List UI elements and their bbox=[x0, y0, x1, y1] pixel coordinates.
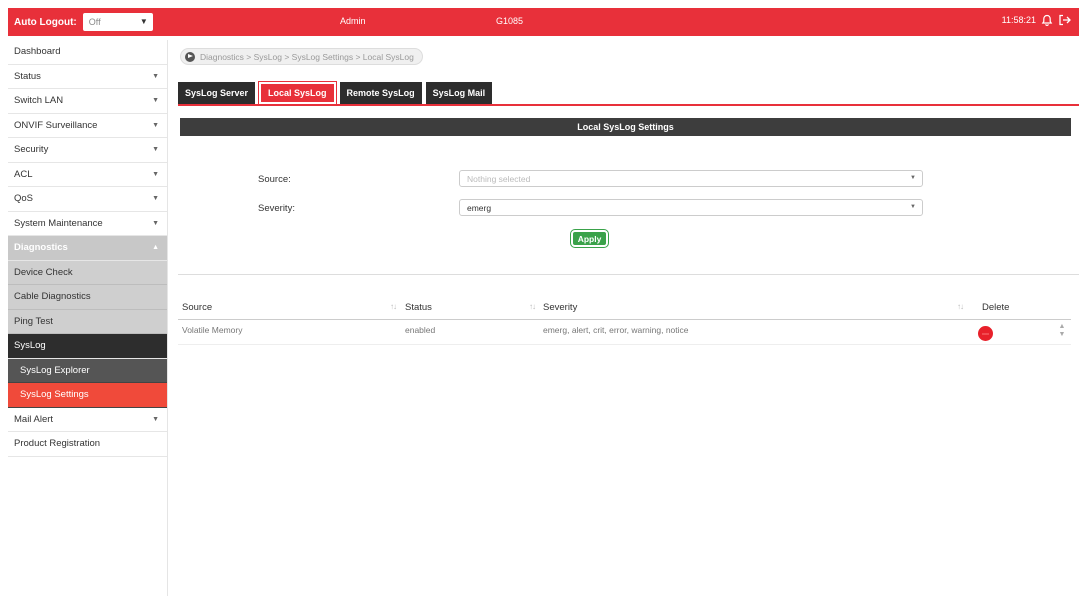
tab-syslog-server[interactable]: SysLog Server bbox=[178, 82, 256, 104]
tab-remote-syslog[interactable]: Remote SysLog bbox=[339, 82, 422, 104]
sidebar-item-label: SysLog bbox=[14, 340, 46, 352]
chevron-down-icon: ▼ bbox=[139, 17, 148, 26]
source-placeholder: Nothing selected bbox=[467, 173, 531, 184]
apply-button[interactable]: Apply bbox=[570, 229, 609, 248]
cell-severity: emerg, alert, crit, error, warning, noti… bbox=[543, 325, 689, 335]
sidebar-item-label: Diagnostics bbox=[14, 242, 68, 254]
sidebar-item-label: Status bbox=[14, 70, 41, 82]
sidebar-item-device-check[interactable]: Device Check bbox=[8, 260, 167, 285]
sidebar-item-syslog-explorer[interactable]: SysLog Explorer bbox=[8, 358, 167, 383]
device-model: G1085 bbox=[496, 16, 524, 26]
cell-status: enabled bbox=[405, 325, 436, 335]
source-select[interactable]: Nothing selected ▼ bbox=[459, 170, 923, 187]
sidebar-item-label: Device Check bbox=[14, 266, 73, 278]
sidebar-item-syslog[interactable]: SysLog bbox=[8, 334, 167, 359]
column-header-label: Delete bbox=[982, 301, 1010, 313]
column-header-status[interactable]: Status ↑↓ bbox=[405, 295, 536, 319]
bell-icon[interactable] bbox=[1041, 14, 1053, 26]
severity-select[interactable]: emerg ▼ bbox=[459, 199, 923, 216]
chevron-down-icon: ▼ bbox=[152, 415, 159, 423]
sidebar-item-label: Ping Test bbox=[14, 315, 53, 327]
sidebar-item-ping-test[interactable]: Ping Test bbox=[8, 309, 167, 334]
divider bbox=[178, 274, 1079, 275]
sidebar-item-security[interactable]: Security ▼ bbox=[8, 138, 167, 163]
source-row: Source: Nothing selected ▼ bbox=[172, 170, 1079, 188]
breadcrumb: Diagnostics > SysLog > SysLog Settings >… bbox=[180, 48, 423, 65]
chevron-down-icon: ▼ bbox=[910, 175, 916, 181]
tab-syslog-mail[interactable]: SysLog Mail bbox=[425, 82, 493, 104]
sidebar-item-label: Switch LAN bbox=[14, 95, 64, 107]
sort-icon: ↑↓ bbox=[529, 302, 536, 311]
delete-button[interactable] bbox=[978, 326, 993, 341]
chevron-down-icon: ▼ bbox=[152, 146, 159, 153]
sidebar-item-label: Dashboard bbox=[14, 46, 61, 58]
sidebar-item-label: Cable Diagnostics bbox=[14, 291, 91, 303]
severity-value: emerg bbox=[467, 202, 492, 213]
column-header-label: Status bbox=[405, 301, 432, 313]
chevron-down-icon: ▼ bbox=[152, 97, 159, 104]
sidebar-item-status[interactable]: Status ▼ bbox=[8, 65, 167, 89]
sidebar-item-switch-lan[interactable]: Switch LAN ▼ bbox=[8, 89, 167, 114]
sidebar-item-label: ACL bbox=[14, 168, 33, 180]
tab-local-syslog[interactable]: Local SysLog bbox=[258, 81, 337, 105]
sort-icon: ↑↓ bbox=[390, 302, 397, 311]
sidebar-item-label: SysLog Explorer bbox=[20, 364, 90, 376]
sidebar-item-label: System Maintenance bbox=[14, 217, 103, 229]
sidebar-item-qos[interactable]: QoS ▼ bbox=[8, 187, 167, 212]
breadcrumb-text: Diagnostics > SysLog > SysLog Settings >… bbox=[200, 51, 414, 62]
sidebar-item-system-maintenance[interactable]: System Maintenance ▼ bbox=[8, 212, 167, 236]
main-content: Diagnostics > SysLog > SysLog Settings >… bbox=[172, 40, 1079, 596]
severity-label: Severity: bbox=[258, 203, 295, 214]
sidebar-item-label: SysLog Settings bbox=[20, 389, 89, 401]
sidebar-item-diagnostics[interactable]: Diagnostics ▲ bbox=[8, 236, 167, 261]
topbar-right: 11:58:21 bbox=[1002, 14, 1071, 26]
chevron-down-icon: ▼ bbox=[152, 195, 159, 202]
sidebar-item-label: Product Registration bbox=[14, 438, 101, 450]
auto-logout-value: Off bbox=[88, 17, 101, 27]
tab-bar: SysLog Server Local SysLog Remote SysLog… bbox=[178, 81, 1079, 106]
sidebar-item-product-registration[interactable]: Product Registration bbox=[8, 432, 167, 457]
sidebar-item-cable-diagnostics[interactable]: Cable Diagnostics bbox=[8, 285, 167, 310]
table-header-divider bbox=[178, 319, 1071, 320]
column-header-severity[interactable]: Severity ↑↓ bbox=[543, 295, 964, 319]
sidebar: Dashboard Status ▼ Switch LAN ▼ ONVIF Surv… bbox=[8, 40, 168, 596]
top-bar: Auto Logout: Off ▼ Admin G1085 11:58:21 bbox=[8, 8, 1079, 36]
column-header-delete: Delete bbox=[982, 295, 1042, 319]
severity-row: Severity: emerg ▼ bbox=[172, 199, 1079, 217]
sidebar-item-onvif-surveillance[interactable]: ONVIF Surveillance ▼ bbox=[8, 114, 167, 138]
row-scroll-arrows-icon[interactable]: ▲ ▼ bbox=[1058, 323, 1066, 345]
auto-logout-select[interactable]: Off ▼ bbox=[82, 13, 153, 31]
play-circle-icon bbox=[185, 51, 195, 62]
current-user: Admin bbox=[340, 16, 366, 26]
chevron-down-icon: ▼ bbox=[152, 170, 159, 178]
chevron-down-icon: ▼ bbox=[152, 72, 159, 80]
source-label: Source: bbox=[258, 174, 291, 185]
sidebar-item-label: QoS bbox=[14, 193, 34, 205]
sidebar-item-dashboard[interactable]: Dashboard bbox=[8, 40, 167, 65]
clock-time: 11:58:21 bbox=[1001, 15, 1036, 25]
chevron-down-icon: ▼ bbox=[910, 204, 916, 210]
row-divider bbox=[178, 344, 1071, 345]
cell-source: Volatile Memory bbox=[182, 325, 243, 335]
sidebar-item-syslog-settings[interactable]: SysLog Settings bbox=[8, 383, 167, 408]
sidebar-item-label: ONVIF Surveillance bbox=[14, 119, 98, 131]
column-header-source[interactable]: Source ↑↓ bbox=[182, 295, 397, 319]
chevron-up-icon: ▲ bbox=[152, 244, 159, 251]
chevron-down-icon: ▼ bbox=[152, 219, 159, 227]
chevron-down-icon: ▼ bbox=[152, 121, 159, 129]
auto-logout-label: Auto Logout: bbox=[14, 16, 77, 28]
section-title: Local SysLog Settings bbox=[180, 118, 1071, 136]
logout-icon[interactable] bbox=[1058, 14, 1071, 26]
column-header-label: Source bbox=[182, 301, 213, 313]
sidebar-item-label: Mail Alert bbox=[14, 413, 54, 425]
column-header-label: Severity bbox=[543, 301, 578, 313]
sidebar-item-acl[interactable]: ACL ▼ bbox=[8, 163, 167, 187]
sort-icon: ↑↓ bbox=[957, 302, 964, 311]
sidebar-item-mail-alert[interactable]: Mail Alert ▼ bbox=[8, 408, 167, 432]
sidebar-item-label: Security bbox=[14, 144, 49, 156]
